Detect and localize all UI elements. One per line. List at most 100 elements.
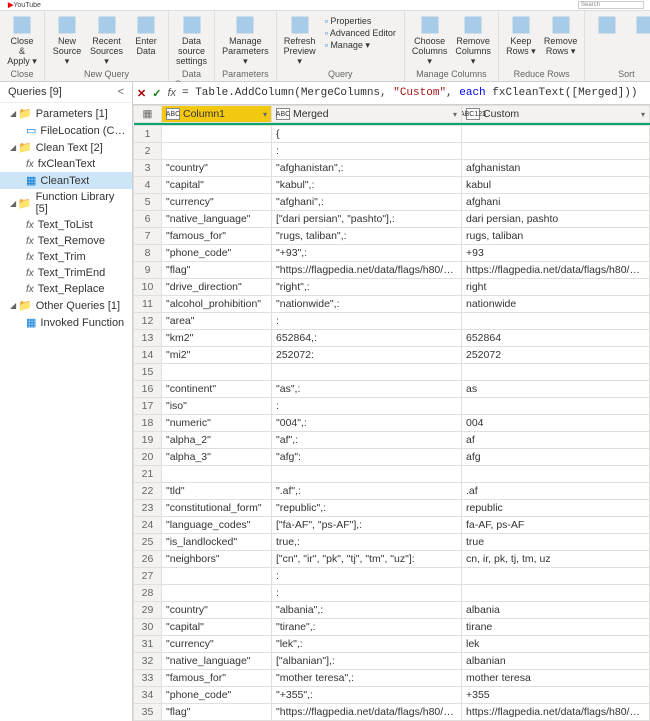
cell[interactable]: 252072 <box>462 347 650 364</box>
cell[interactable]: "flag" <box>162 262 272 279</box>
query-item[interactable]: fxText_Trim <box>0 249 132 265</box>
table-row[interactable]: 4"capital""kabul",:kabul <box>134 177 650 194</box>
cell[interactable]: "rugs, taliban",: <box>272 228 462 245</box>
cell[interactable]: "tld" <box>162 483 272 500</box>
row-number[interactable]: 19 <box>134 432 162 449</box>
collapse-panel-icon[interactable]: < <box>118 86 124 98</box>
cell[interactable]: "native_language" <box>162 211 272 228</box>
cell[interactable]: { <box>272 126 462 143</box>
column-header[interactable]: ABCMerged▾ <box>272 106 462 123</box>
table-row[interactable]: 19"alpha_2""af",:af <box>134 432 650 449</box>
cell[interactable]: "flag" <box>162 704 272 721</box>
formula-input[interactable]: = Table.AddColumn(MergeColumns, "Custom"… <box>182 87 646 99</box>
query-item[interactable]: fxText_ToList <box>0 217 132 233</box>
cell[interactable]: : <box>272 568 462 585</box>
row-number[interactable]: 15 <box>134 364 162 381</box>
table-row[interactable]: 8"phone_code""+93",:+93 <box>134 245 650 262</box>
remove-rows-button[interactable]: RemoveRows ▾ <box>541 13 581 69</box>
cell[interactable]: kabul <box>462 177 650 194</box>
query-item[interactable]: fxText_TrimEnd <box>0 265 132 281</box>
cell[interactable]: : <box>272 585 462 602</box>
cell[interactable] <box>462 568 650 585</box>
cell[interactable] <box>462 585 650 602</box>
cell[interactable]: "country" <box>162 160 272 177</box>
row-number[interactable]: 17 <box>134 398 162 415</box>
row-number[interactable]: 7 <box>134 228 162 245</box>
column-header[interactable]: ABCColumn1▾ <box>162 106 272 123</box>
cell[interactable]: "iso" <box>162 398 272 415</box>
cell[interactable]: +355 <box>462 687 650 704</box>
table-row[interactable]: 34"phone_code""+355",:+355 <box>134 687 650 704</box>
cell[interactable]: afg <box>462 449 650 466</box>
cell[interactable]: "continent" <box>162 381 272 398</box>
corner-cell[interactable]: ▦ <box>134 106 162 123</box>
cell[interactable]: "famous_for" <box>162 228 272 245</box>
cell[interactable]: "native_language" <box>162 653 272 670</box>
cell[interactable]: "country" <box>162 602 272 619</box>
cell[interactable] <box>462 398 650 415</box>
sort-desc-button[interactable] <box>627 13 650 69</box>
commit-formula-icon[interactable]: ✓ <box>152 87 161 100</box>
cell[interactable]: "alpha_3" <box>162 449 272 466</box>
table-row[interactable]: 3"country""afghanistan",:afghanistan <box>134 160 650 177</box>
refresh-preview-button[interactable]: RefreshPreview ▾ <box>281 13 319 69</box>
row-number[interactable]: 27 <box>134 568 162 585</box>
cell[interactable]: rugs, taliban <box>462 228 650 245</box>
cell[interactable]: ".af",: <box>272 483 462 500</box>
new-source-button[interactable]: NewSource ▾ <box>49 13 85 69</box>
filter-dropdown-icon[interactable]: ▾ <box>453 110 457 119</box>
row-number[interactable]: 14 <box>134 347 162 364</box>
row-number[interactable]: 23 <box>134 500 162 517</box>
filter-dropdown-icon[interactable]: ▾ <box>263 110 267 119</box>
table-row[interactable]: 27: <box>134 568 650 585</box>
row-number[interactable]: 16 <box>134 381 162 398</box>
table-row[interactable]: 35"flag""https://flagpedia.net/data/flag… <box>134 704 650 721</box>
cell[interactable]: "+93",: <box>272 245 462 262</box>
table-row[interactable]: 22"tld"".af",:.af <box>134 483 650 500</box>
row-number[interactable]: 22 <box>134 483 162 500</box>
cell[interactable]: "alpha_2" <box>162 432 272 449</box>
cell[interactable]: right <box>462 279 650 296</box>
column-header[interactable]: ABC123Custom▾ <box>462 106 650 123</box>
query-item[interactable]: ▭FileLocation (C:\Users\... <box>0 122 132 139</box>
table-row[interactable]: 24"language_codes"["fa-AF", "ps-AF"],:fa… <box>134 517 650 534</box>
row-number[interactable]: 3 <box>134 160 162 177</box>
cell[interactable]: "+355",: <box>272 687 462 704</box>
row-number[interactable]: 34 <box>134 687 162 704</box>
data-source-settings-button[interactable]: Data sourcesettings <box>173 13 210 69</box>
advanced-editor-button[interactable]: ▫ Advanced Editor <box>323 27 398 39</box>
row-number[interactable]: 25 <box>134 534 162 551</box>
table-row[interactable]: 23"constitutional_form""republic",:repub… <box>134 500 650 517</box>
cell[interactable]: lek <box>462 636 650 653</box>
cell[interactable]: "https://flagpedia.net/data/flags/h80/al… <box>272 704 462 721</box>
close-apply-button[interactable]: Close &Apply ▾ <box>4 13 40 69</box>
remove-columns-button[interactable]: RemoveColumns ▾ <box>452 13 494 69</box>
row-number[interactable]: 6 <box>134 211 162 228</box>
table-row[interactable]: 2: <box>134 143 650 160</box>
type-icon[interactable]: ABC <box>276 108 290 120</box>
cell[interactable]: afghanistan <box>462 160 650 177</box>
query-folder[interactable]: ◢📁Other Queries [1] <box>0 297 132 314</box>
cell[interactable]: af <box>462 432 650 449</box>
cell[interactable]: 652864,: <box>272 330 462 347</box>
cell[interactable]: ["albanian"],: <box>272 653 462 670</box>
table-row[interactable]: 1{ <box>134 126 650 143</box>
table-row[interactable]: 11"alcohol_prohibition""nationwide",:nat… <box>134 296 650 313</box>
cell[interactable]: "is_landlocked" <box>162 534 272 551</box>
table-row[interactable]: 9"flag""https://flagpedia.net/data/flags… <box>134 262 650 279</box>
cell[interactable]: "mother teresa",: <box>272 670 462 687</box>
cell[interactable]: 004 <box>462 415 650 432</box>
row-number[interactable]: 11 <box>134 296 162 313</box>
cell[interactable]: ["fa-AF", "ps-AF"],: <box>272 517 462 534</box>
row-number[interactable]: 26 <box>134 551 162 568</box>
cell[interactable]: : <box>272 313 462 330</box>
cell[interactable] <box>462 143 650 160</box>
cell[interactable]: "nationwide",: <box>272 296 462 313</box>
row-number[interactable]: 20 <box>134 449 162 466</box>
data-grid[interactable]: ▦ABCColumn1▾ABCMerged▾ABC123Custom▾1{2:3… <box>133 105 650 721</box>
table-row[interactable]: 14"mi2"252072:252072 <box>134 347 650 364</box>
cell[interactable]: "drive_direction" <box>162 279 272 296</box>
table-row[interactable]: 33"famous_for""mother teresa",:mother te… <box>134 670 650 687</box>
row-number[interactable]: 29 <box>134 602 162 619</box>
cell[interactable]: albania <box>462 602 650 619</box>
